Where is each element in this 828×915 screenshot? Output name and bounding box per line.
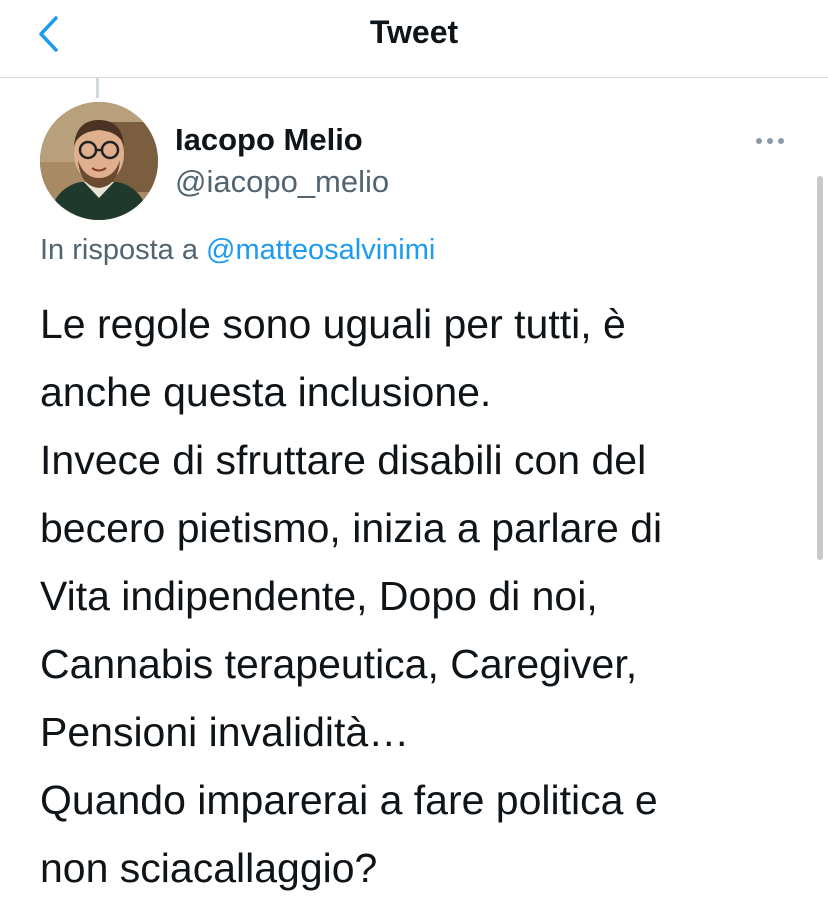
tweet-text-line: non sciacallaggio?: [40, 845, 378, 891]
tweet-text: Le regole sono uguali per tutti, è anche…: [40, 290, 800, 902]
reply-prefix: In risposta a: [40, 234, 198, 266]
tweet-text-line: Pensioni invalidità…: [40, 709, 410, 755]
tweet-text-line: Cannabis terapeutica, Caregiver,: [40, 641, 638, 687]
author-handle[interactable]: @iacopo_melio: [175, 164, 389, 200]
top-nav-bar: Tweet: [0, 0, 828, 78]
tweet-text-line: becero pietismo, inizia a parlare di: [40, 505, 663, 551]
page-title: Tweet: [369, 14, 459, 50]
thread-connector-line: [96, 78, 99, 98]
reply-context: In risposta a @matteosalvinimi: [40, 234, 435, 267]
tweet-text-line: Vita indipendente, Dopo di noi,: [40, 573, 598, 619]
avatar-photo: [40, 102, 158, 220]
author-name[interactable]: Iacopo Melio: [175, 122, 363, 158]
avatar[interactable]: [40, 102, 158, 220]
reply-mention-link[interactable]: @matteosalvinimi: [206, 234, 435, 266]
tweet-text-line: Invece di sfruttare disabili con del: [40, 437, 647, 483]
tweet-text-line: Quando imparerai a fare politica e: [40, 777, 658, 823]
more-options-button[interactable]: [748, 126, 792, 156]
tweet-text-line: Le regole sono uguali per tutti, è: [40, 301, 626, 347]
tweet-text-line: anche questa inclusione.: [40, 369, 492, 415]
scrollbar[interactable]: [817, 176, 823, 560]
more-dots-icon: [756, 138, 784, 144]
